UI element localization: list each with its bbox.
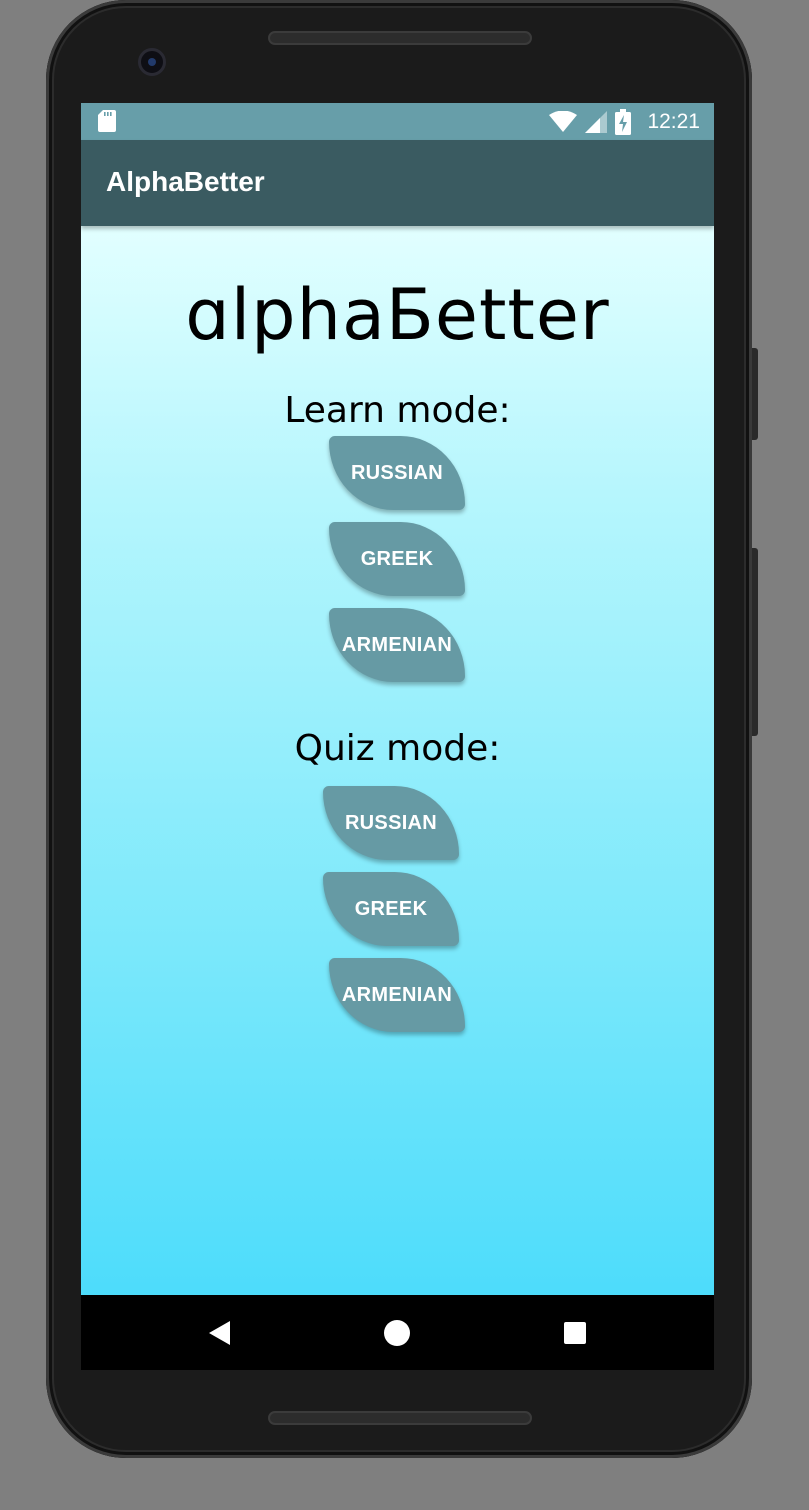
volume-button [752,548,758,736]
app-title: AlphaBetter [106,166,265,197]
quiz-russian-label: RUSSIAN [344,811,438,834]
status-bar: 12:21 [81,103,714,140]
recents-icon [564,1321,586,1344]
quiz-mode-label: Quiz mode: [294,728,501,769]
quiz-greek-label: GREEK [354,897,428,920]
nav-recents-button[interactable] [530,1295,620,1370]
learn-mode-label: Learn mode: [284,390,511,431]
learn-greek-button[interactable]: GREEK [329,522,465,596]
learn-greek-label: GREEK [360,547,434,570]
earpiece-speaker [268,31,532,45]
bottom-speaker [268,1411,532,1425]
app-bar: AlphaBetter [81,140,714,226]
power-button [752,348,758,440]
nav-back-button[interactable] [174,1295,264,1370]
status-time: 12:21 [647,109,700,133]
back-icon [209,1320,230,1345]
quiz-russian-button[interactable]: RUSSIAN [323,786,459,860]
device-screen: 12:21 AlphaBetter ɑlphaБetter Learn mode… [81,103,714,1370]
quiz-armenian-label: ARMENIAN [341,983,453,1006]
front-camera [138,48,166,76]
app-logo: ɑlphaБetter [185,274,610,356]
wifi-icon [549,110,578,132]
quiz-greek-button[interactable]: GREEK [323,872,459,946]
learn-armenian-label: ARMENIAN [341,633,453,656]
sd-card-icon [98,110,116,132]
home-icon [384,1319,410,1346]
status-icons: 12:21 [549,103,700,140]
learn-russian-label: RUSSIAN [350,461,444,484]
nav-home-button[interactable] [352,1295,442,1370]
learn-russian-button[interactable]: RUSSIAN [329,436,465,510]
system-nav-bar [81,1295,714,1370]
main-content: ɑlphaБetter Learn mode: RUSSIAN GREEK AR… [81,226,714,1295]
battery-charging-icon [615,108,632,135]
cell-signal-icon [585,110,608,133]
learn-armenian-button[interactable]: ARMENIAN [329,608,465,682]
quiz-armenian-button[interactable]: ARMENIAN [329,958,465,1032]
